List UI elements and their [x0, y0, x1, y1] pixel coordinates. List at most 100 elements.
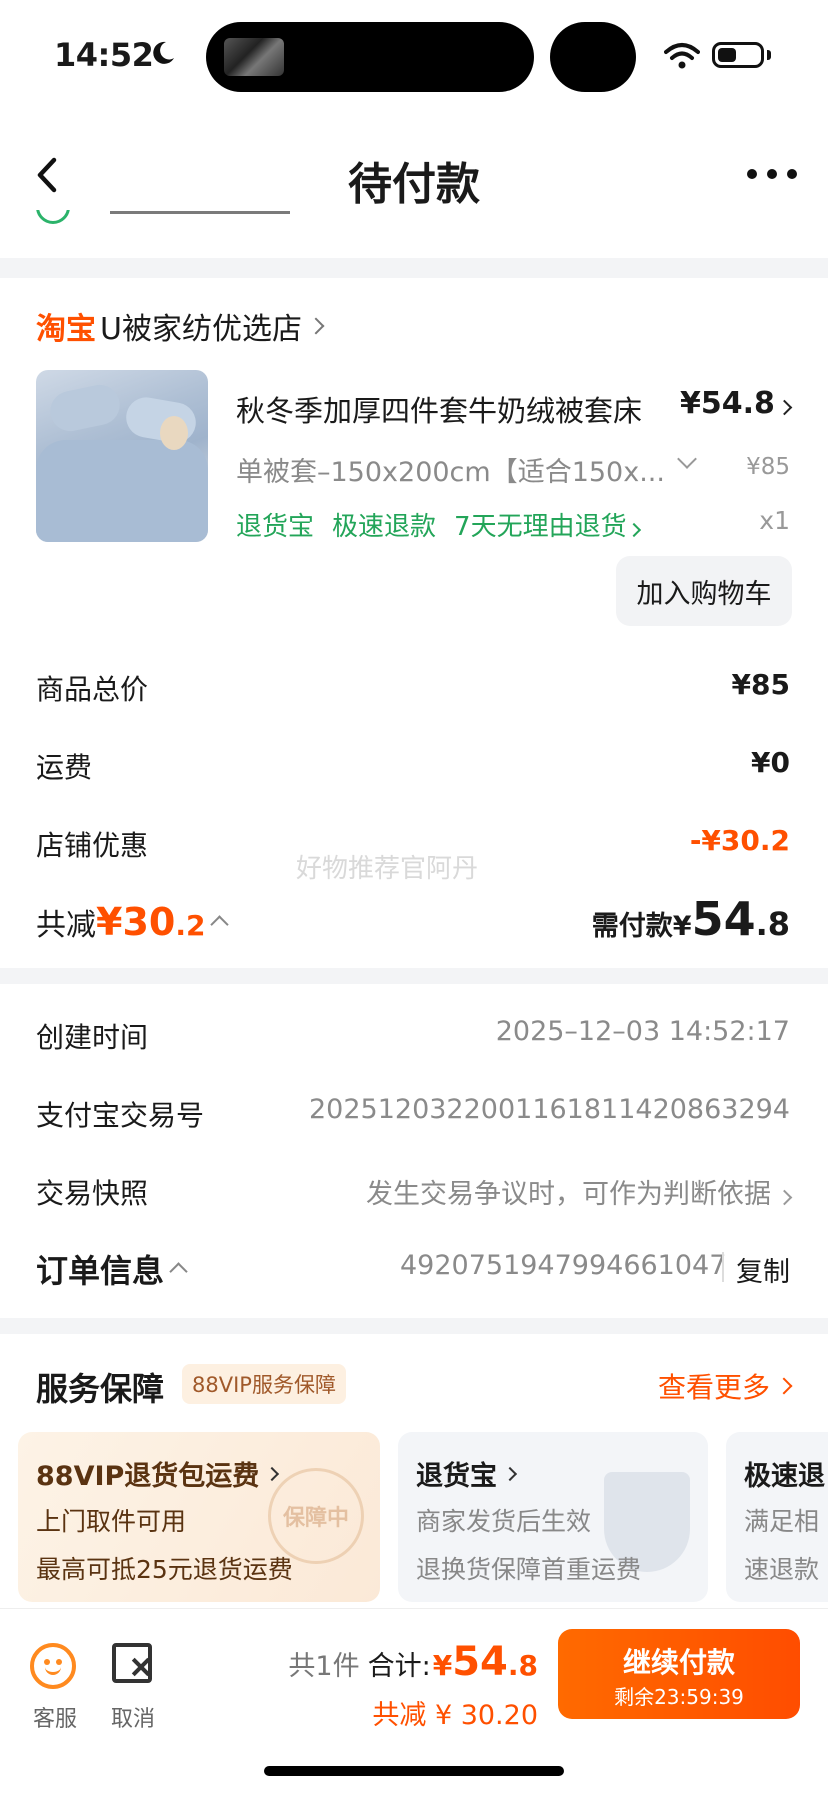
- section-divider: [0, 258, 828, 278]
- chevron-right-icon: [775, 1377, 793, 1395]
- snapshot-label: 交易快照: [36, 1177, 149, 1210]
- product-quantity: x1: [759, 506, 790, 535]
- payable-amount: 需付款¥ 54 .8: [592, 892, 790, 946]
- created-time-label: 创建时间: [36, 1021, 149, 1054]
- customer-service-icon[interactable]: [30, 1643, 76, 1689]
- album-art-icon: [570, 34, 616, 80]
- dynamic-island: [206, 22, 534, 92]
- order-total: 共1件 合计: ¥ 54 .8: [288, 1639, 538, 1685]
- service-card-line: 退换货保障首重运费: [416, 1555, 642, 1584]
- moon-icon: [153, 41, 174, 64]
- more-icon[interactable]: [746, 162, 798, 186]
- created-time-value: 2025–12–03 14:52:17: [495, 1016, 790, 1047]
- shop-header[interactable]: 淘宝 U被家纺优选店: [36, 304, 325, 348]
- snapshot-link[interactable]: 发生交易争议时，可作为判断依据: [366, 1172, 793, 1211]
- total-discount: 共减 ¥ 30.20: [372, 1700, 538, 1731]
- service-card-line: 最高可抵25元退货运费: [36, 1555, 293, 1584]
- shipping-value: ¥0: [751, 746, 790, 779]
- shop-discount-label: 店铺优惠: [36, 829, 149, 862]
- alipay-trade-value: 2025120322001161811420863294: [309, 1094, 790, 1125]
- service-card-vip-return[interactable]: 保障中 88VIP退货包运费 上门取件可用 最高可抵25元退货运费: [18, 1432, 380, 1602]
- tag-7-day-return: 7天无理由退货: [454, 506, 641, 543]
- cancel-order-icon[interactable]: [112, 1643, 152, 1683]
- product-title[interactable]: 秋冬季加厚四件套牛奶绒被套床: [236, 388, 642, 430]
- cancel-order-label[interactable]: 取消: [110, 1701, 156, 1733]
- payable-int: 54: [691, 892, 756, 946]
- product-price-link[interactable]: ¥54.8: [680, 386, 793, 421]
- total-int: 54: [452, 1639, 508, 1685]
- payable-dec: .8: [755, 905, 790, 943]
- total-discount-int: ¥30: [96, 900, 176, 944]
- service-card-title: 极速退: [744, 1461, 825, 1492]
- chevron-right-icon: [307, 317, 325, 335]
- tag-return-insurance: 退货宝: [236, 512, 315, 542]
- nav-bar: 待付款: [0, 130, 828, 220]
- service-card-fast-refund[interactable]: 极速退 满足相 速退款: [726, 1432, 828, 1602]
- home-indicator[interactable]: [264, 1766, 564, 1776]
- battery-icon: [712, 42, 764, 68]
- total-discount-label: 共减: [36, 908, 96, 943]
- media-thumbnail: [224, 38, 284, 76]
- chevron-right-icon: [626, 522, 641, 538]
- total-label: 合计:: [367, 1651, 431, 1682]
- service-card-line: 速退款: [744, 1555, 820, 1584]
- service-card-title: 退货宝: [416, 1454, 518, 1493]
- service-card-line: 商家发货后生效: [416, 1507, 592, 1536]
- subtotal-label: 商品总价: [36, 673, 149, 706]
- shop-discount-value: -¥30.2: [689, 824, 790, 857]
- section-divider: [0, 968, 828, 984]
- wifi-icon: [664, 43, 700, 69]
- vip-badge: 88VIP服务保障: [182, 1364, 346, 1404]
- view-more-link[interactable]: 查看更多: [657, 1366, 793, 1406]
- snapshot-value: 发生交易争议时，可作为判断依据: [366, 1179, 771, 1210]
- continue-payment-button[interactable]: 继续付款 剩余23:59:39: [558, 1629, 800, 1719]
- chevron-right-icon: [776, 399, 793, 416]
- order-info-toggle[interactable]: 订单信息: [36, 1246, 188, 1292]
- alipay-trade-label: 支付宝交易号: [36, 1099, 205, 1132]
- chevron-right-icon: [502, 1466, 518, 1481]
- original-price: ¥85: [746, 454, 790, 480]
- status-time: 14:52: [54, 36, 154, 74]
- product-spec[interactable]: 单被套–150x200cm【适合150x...: [236, 450, 665, 489]
- order-number: 4920751947994661047: [400, 1250, 727, 1281]
- service-card-title: 88VIP退货包运费: [36, 1454, 280, 1493]
- scrolled-content-peek: [0, 210, 828, 230]
- total-discount-toggle[interactable]: 共减 ¥30 .2: [36, 900, 230, 944]
- tag-fast-refund: 极速退款: [332, 512, 437, 542]
- shop-name[interactable]: U被家纺优选店: [100, 304, 302, 348]
- pay-button-label: 继续付款: [622, 1646, 735, 1679]
- item-count: 共1件: [288, 1651, 360, 1682]
- view-more-label: 查看更多: [657, 1371, 770, 1404]
- customer-service-label[interactable]: 客服: [30, 1701, 80, 1733]
- service-title: 服务保障: [36, 1370, 165, 1408]
- order-info-title: 订单信息: [36, 1252, 165, 1290]
- chevron-up-icon: [210, 915, 230, 934]
- chevron-right-icon: [265, 1466, 280, 1481]
- service-card-return-insurance[interactable]: 退货宝 商家发货后生效 退换货保障首重运费: [398, 1432, 708, 1602]
- dynamic-island-media: [550, 22, 636, 92]
- payable-label: 需付款¥: [591, 911, 692, 942]
- add-to-cart-button[interactable]: 加入购物车: [616, 556, 792, 626]
- service-tags[interactable]: 退货宝 极速退款 7天无理由退货: [236, 506, 641, 543]
- shipping-label: 运费: [36, 751, 93, 784]
- chevron-up-icon: [169, 1261, 188, 1281]
- total-discount-dec: .2: [175, 909, 206, 942]
- status-bar: 14:52: [0, 0, 828, 110]
- payment-countdown: 剩余23:59:39: [614, 1685, 744, 1709]
- section-divider: [0, 1318, 828, 1334]
- battery-tip: [767, 50, 771, 60]
- divider: [722, 1252, 724, 1282]
- total-dec: .8: [507, 1649, 538, 1682]
- chevron-right-icon: [776, 1189, 793, 1206]
- service-card-line: 上门取件可用: [36, 1507, 187, 1536]
- taobao-logo: 淘宝: [36, 312, 96, 347]
- product-image[interactable]: [36, 370, 208, 542]
- chevron-down-icon[interactable]: [677, 449, 697, 469]
- watermark: 好物推荐官阿丹: [296, 854, 479, 884]
- page-title: 待付款: [348, 159, 480, 210]
- subtotal-value: ¥85: [731, 668, 790, 701]
- total-currency: ¥: [432, 1649, 453, 1682]
- service-card-line: 满足相: [744, 1507, 820, 1536]
- copy-button[interactable]: 复制: [736, 1250, 790, 1289]
- product-price: ¥54.8: [680, 386, 775, 421]
